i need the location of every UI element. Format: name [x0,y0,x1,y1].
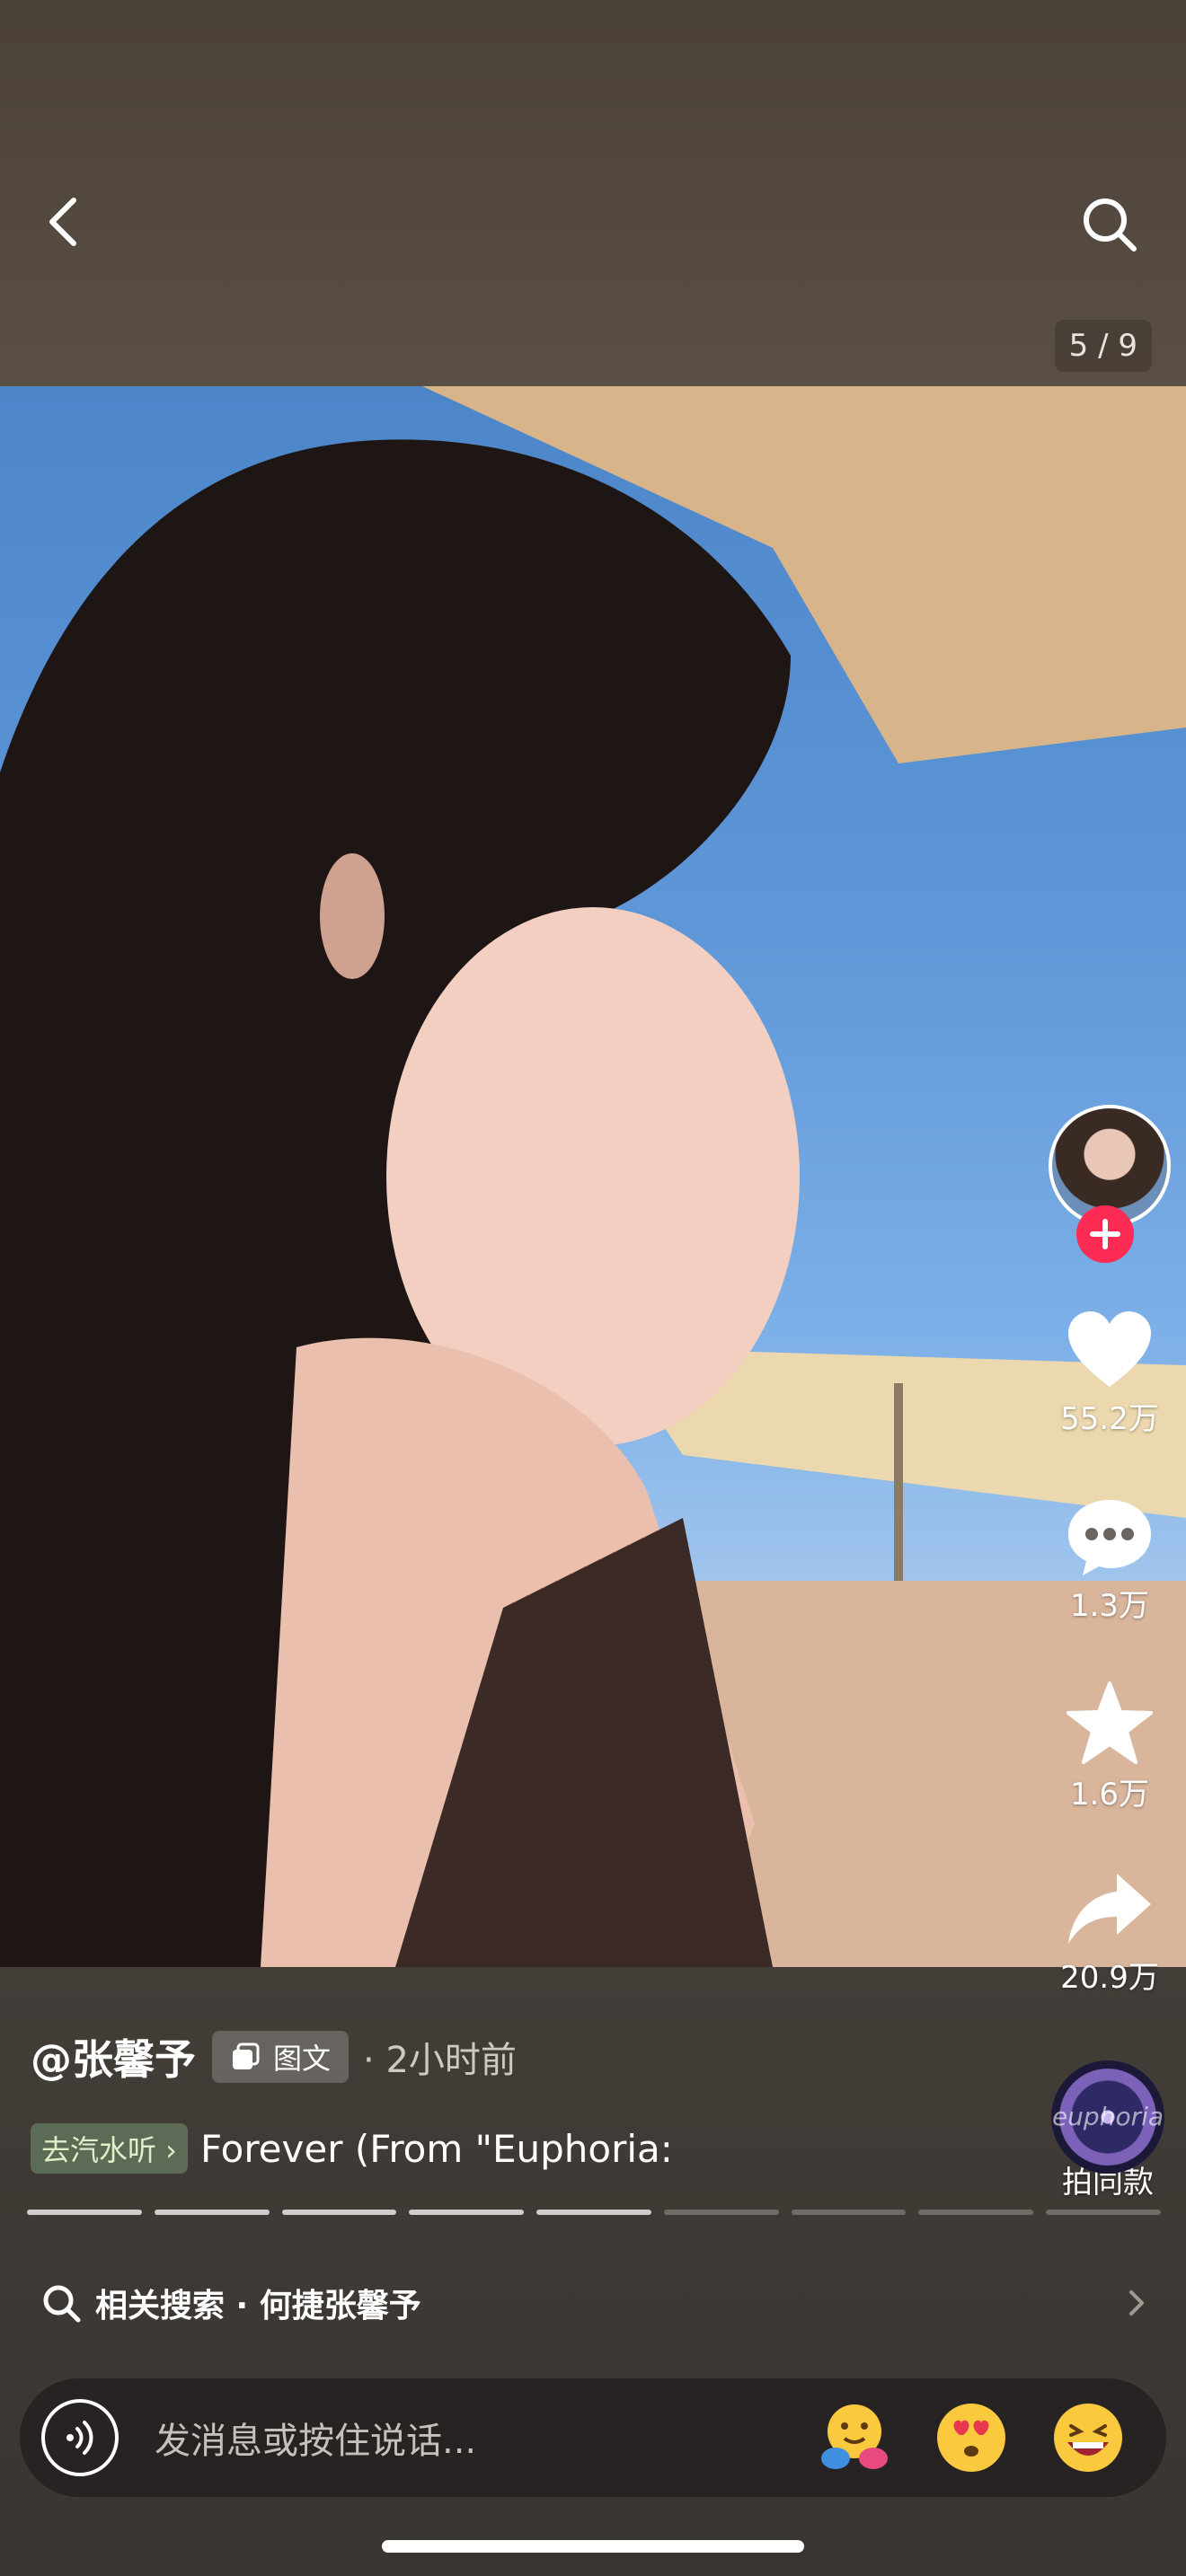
like-button[interactable]: 55.2万 [1033,1310,1186,1438]
comment-icon [1068,1500,1151,1575]
home-indicator [382,2540,804,2553]
related-search-bar[interactable]: 相关搜索 · 何捷张馨予 [0,2263,1186,2342]
gallery-icon [233,2042,260,2069]
message-input-placeholder[interactable]: 发消息或按住说话... [155,2412,816,2464]
post-type-label: 图文 [273,2042,332,2076]
music-app-tag[interactable]: 去汽水听 › [31,2123,188,2174]
heart-eyes-emoji-icon [937,2404,1005,2472]
progress-segment [663,2210,779,2215]
post-meta: @张馨予 图文 · 2小时前 [31,2028,517,2086]
favorite-button[interactable]: 1.6万 [1033,1680,1186,1813]
post-time: · 2小时前 [363,2040,517,2081]
photo-illustration [0,386,1186,1967]
post-photo[interactable] [0,386,1186,1967]
search-icon [1084,198,1137,251]
post-type-badge: 图文 [212,2031,350,2083]
progress-segment [1046,2210,1162,2215]
share-arrow-icon [1068,1874,1151,1944]
chevron-right-icon [1129,2290,1144,2316]
carousel-progress [27,2210,1162,2215]
plus-icon [1090,1219,1120,1249]
share-button[interactable]: 20.9万 [1033,1868,1186,1997]
share-count: 20.9万 [1060,1960,1159,1996]
comment-button[interactable]: 1.3万 [1033,1496,1186,1625]
progress-segment [154,2210,270,2215]
music-row: 去汽水听 › Forever (From "Euphoria: [31,2122,673,2175]
voice-wave-icon [66,2421,93,2455]
related-search-label: 相关搜索 · 何捷张馨予 [95,2288,421,2325]
progress-segment [536,2210,651,2215]
progress-segment [791,2210,907,2215]
like-count: 55.2万 [1060,1401,1159,1437]
progress-segment [918,2210,1034,2215]
music-title[interactable]: Forever (From "Euphoria: [200,2127,673,2171]
message-input-bar[interactable]: 发消息或按住说话... [20,2378,1166,2497]
same-model-button[interactable]: euphoria 拍同款 [1049,2060,1166,2201]
comment-count: 1.3万 [1069,1588,1150,1624]
music-disc: euphoria [1051,2060,1164,2174]
top-bar: 5 / 9 [0,0,1186,386]
disc-art-text: euphoria [1051,2102,1164,2131]
hug-emoji-button[interactable] [816,2399,893,2476]
follow-button[interactable] [1076,1205,1134,1263]
back-button[interactable] [32,190,95,253]
progress-segment [409,2210,525,2215]
favorite-count: 1.6万 [1069,1777,1150,1813]
author-avatar-block[interactable] [1033,1105,1186,1263]
author-name[interactable]: @张馨予 [31,2027,196,2086]
heart-icon [1068,1311,1151,1387]
hug-emoji-icon [821,2404,888,2469]
grin-emoji-icon [1054,2404,1122,2472]
progress-segment [27,2210,142,2215]
heart-eyes-emoji-button[interactable] [933,2399,1010,2476]
page-counter: 5 / 9 [1054,320,1152,372]
voice-button[interactable] [41,2399,119,2476]
grin-emoji-button[interactable] [1049,2399,1127,2476]
search-button[interactable] [1074,189,1146,260]
star-icon [1067,1681,1153,1764]
progress-segment [281,2210,397,2215]
search-icon [43,2285,81,2323]
chevron-left-icon [49,198,76,246]
